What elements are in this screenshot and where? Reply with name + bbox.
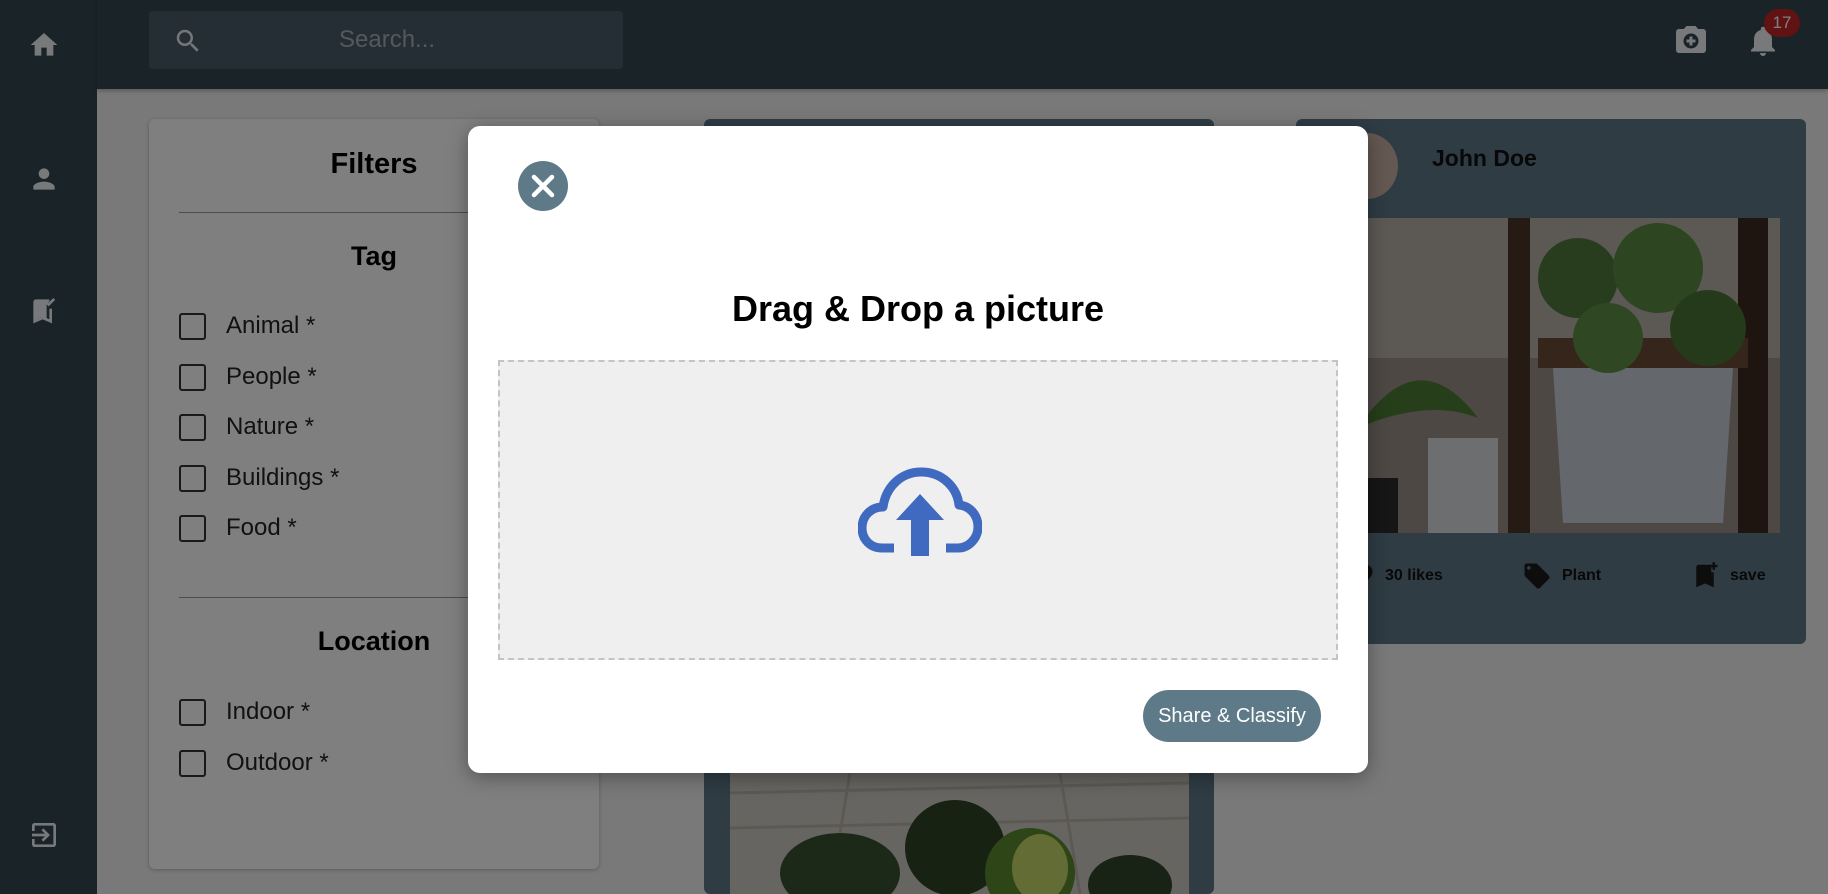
- upload-dialog: Drag & Drop a picture Share & Classify: [468, 126, 1368, 773]
- cloud-upload-icon: [858, 467, 982, 556]
- close-icon: [531, 174, 555, 198]
- close-button[interactable]: [518, 161, 568, 211]
- share-classify-button[interactable]: Share & Classify: [1143, 690, 1321, 742]
- dialog-title: Drag & Drop a picture: [731, 288, 1105, 329]
- drop-zone[interactable]: [498, 360, 1338, 660]
